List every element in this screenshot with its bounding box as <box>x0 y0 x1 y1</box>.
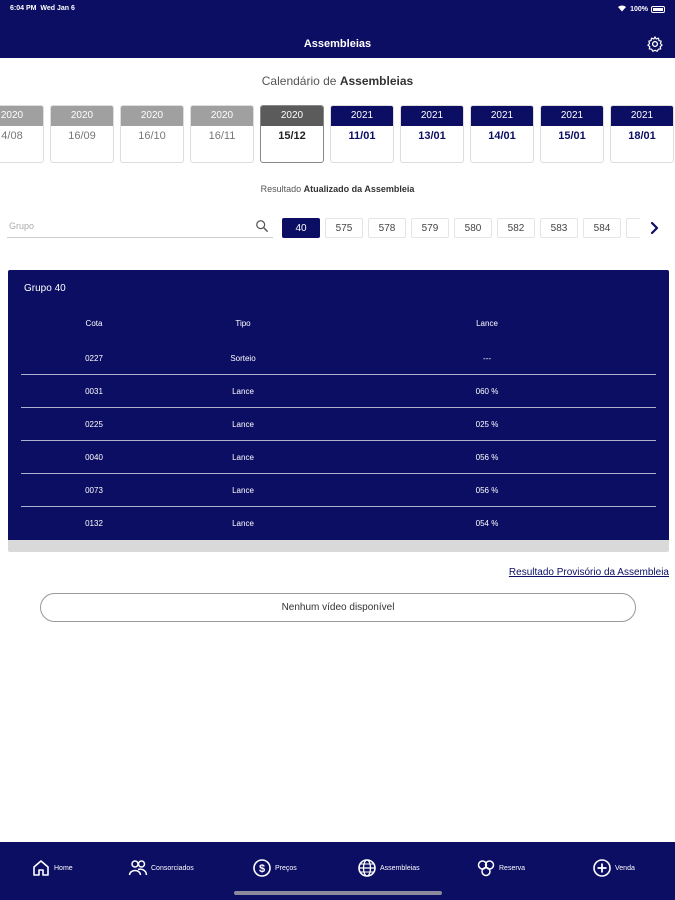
search-icon[interactable] <box>255 219 269 233</box>
battery-percent: 100% <box>630 5 648 13</box>
table-row: 0227 Sorteio --- <box>21 342 656 375</box>
tab-label: Assembleias <box>380 864 420 872</box>
chevron-right-icon[interactable] <box>648 219 662 237</box>
home-indicator <box>234 891 442 895</box>
header-cota: Cota <box>85 319 103 328</box>
group-chip[interactable]: 40 <box>282 218 320 238</box>
cell-tipo: Lance <box>232 420 254 429</box>
tab-reserva[interactable]: Reserva <box>476 858 525 878</box>
cell-cota: 0227 <box>85 354 103 363</box>
calendar-day-date: 13/01 <box>418 130 446 142</box>
calendar-day-date: 16/11 <box>208 130 236 142</box>
calendar-day-date: 11/01 <box>348 130 376 142</box>
calendar-day-date: 16/09 <box>68 130 96 142</box>
tab-venda[interactable]: Venda <box>592 858 635 878</box>
calendar-strip: 2020 4/08 2020 16/09 2020 16/10 2020 16/11 2020 1… <box>0 105 674 165</box>
calendar-day-date: 16/10 <box>138 130 166 142</box>
calendar-day[interactable]: 2020 16/10 <box>120 105 184 163</box>
result-title: Resultado Atualizado da Assembleia <box>260 184 415 194</box>
group-selector: 4057557857958058258358458 <box>282 218 640 238</box>
group-chip[interactable]: 58 <box>626 218 640 238</box>
tab-home[interactable]: Home <box>31 858 73 878</box>
group-title: Grupo 40 <box>24 283 66 294</box>
tab-label: Venda <box>615 864 635 872</box>
cell-tipo: Lance <box>232 453 254 462</box>
calendar-day-date: 14/01 <box>488 130 516 142</box>
tab-label: Reserva <box>499 864 526 872</box>
calendar-day[interactable]: 2021 15/01 <box>540 105 604 163</box>
provisional-result-link[interactable]: Resultado Provisório da Assembleia <box>509 567 669 578</box>
no-video-button[interactable]: Nenhum vídeo disponível <box>40 593 636 622</box>
cell-lance: 056 % <box>475 453 499 462</box>
cell-cota: 0225 <box>85 420 103 429</box>
cell-tipo: Sorteio <box>230 354 256 363</box>
calendar-day[interactable]: 2021 11/01 <box>330 105 394 163</box>
cell-lance: 056 % <box>475 486 499 495</box>
tab-precos[interactable]: $ Preços <box>252 858 297 878</box>
cell-lance: 054 % <box>475 519 499 528</box>
group-chip[interactable]: 584 <box>583 218 621 238</box>
page-title: Assembleias <box>303 38 372 50</box>
header-tipo: Tipo <box>235 319 251 328</box>
results-table: Grupo 40 Cota Tipo Lance 0227 Sorteio --- 0… <box>8 270 669 540</box>
cell-tipo: Lance <box>232 519 254 528</box>
group-chip[interactable]: 578 <box>368 218 406 238</box>
calendar-day[interactable]: 2021 13/01 <box>400 105 464 163</box>
plus-circle-icon <box>593 859 611 877</box>
calendar-day[interactable]: 2021 14/01 <box>470 105 534 163</box>
cell-tipo: Lance <box>232 387 254 396</box>
svg-text:$: $ <box>259 863 265 875</box>
home-icon <box>33 860 49 876</box>
tab-label: Consorciados <box>151 864 194 872</box>
cell-lance: 025 % <box>475 420 499 429</box>
calendar-day[interactable]: 2020 16/11 <box>190 105 254 163</box>
group-chip[interactable]: 575 <box>325 218 363 238</box>
calendar-day-date: 15/12 <box>278 130 306 142</box>
calendar-day-date: 15/01 <box>558 130 586 142</box>
calendar-day-date: 18/01 <box>628 130 656 142</box>
table-row: 0073 Lance 056 % <box>21 474 656 507</box>
status-bar: 6:04 PM Wed Jan 6 100% <box>0 0 675 20</box>
group-chip[interactable]: 582 <box>497 218 535 238</box>
table-row: 0132 Lance 054 % <box>21 507 656 540</box>
tab-bar: Home Consorciados $ Preços Assembleias R… <box>0 842 675 900</box>
cell-lance: --- <box>483 354 491 363</box>
group-search <box>7 216 273 238</box>
cell-cota: 0073 <box>85 486 103 495</box>
status-right: 100% <box>617 4 665 14</box>
circles-icon <box>477 860 495 877</box>
gear-icon[interactable] <box>646 35 664 53</box>
status-time: 6:04 PM Wed Jan 6 <box>10 5 75 12</box>
table-row: 0031 Lance 060 % <box>21 375 656 408</box>
table-row: 0225 Lance 025 % <box>21 408 656 441</box>
header-lance: Lance <box>476 319 498 328</box>
cell-cota: 0132 <box>85 519 103 528</box>
calendar-day[interactable]: 2020 4/08 <box>0 105 44 163</box>
group-chip[interactable]: 579 <box>411 218 449 238</box>
tab-label: Home <box>54 864 73 872</box>
group-chip[interactable]: 580 <box>454 218 492 238</box>
calendar-title: Calendário de Assembleias <box>261 74 414 88</box>
cell-lance: 060 % <box>475 387 499 396</box>
calendar-day[interactable]: 2021 18/01 <box>610 105 674 163</box>
tab-label: Preços <box>275 864 297 872</box>
tab-consorciados[interactable]: Consorciados <box>128 858 194 878</box>
users-icon <box>128 860 148 876</box>
group-chip[interactable]: 583 <box>540 218 578 238</box>
results-panel: Grupo 40 Cota Tipo Lance 0227 Sorteio --- 0… <box>8 270 669 552</box>
wifi-icon <box>617 4 627 14</box>
dollar-icon: $ <box>253 859 271 877</box>
battery-icon <box>651 5 665 13</box>
cell-cota: 0040 <box>85 453 103 462</box>
calendar-day[interactable]: 2020 16/09 <box>50 105 114 163</box>
tab-assembleias[interactable]: Assembleias <box>357 858 420 878</box>
nav-bar: Assembleias <box>0 20 675 58</box>
calendar-day[interactable]: 2020 15/12 <box>260 105 324 163</box>
cell-cota: 0031 <box>85 387 103 396</box>
cell-tipo: Lance <box>232 486 254 495</box>
table-row: 0040 Lance 056 % <box>21 441 656 474</box>
group-search-input[interactable] <box>7 216 247 236</box>
globe-icon <box>358 859 376 877</box>
calendar-day-date: 4/08 <box>1 130 23 142</box>
